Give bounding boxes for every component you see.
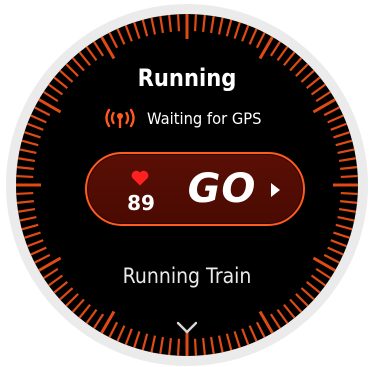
- play-arrow-icon: [271, 183, 280, 197]
- bezel-tick: [210, 15, 215, 34]
- heart-rate-value: 89: [127, 191, 155, 215]
- bezel-tick: [92, 313, 105, 330]
- bezel-tick: [108, 32, 119, 49]
- bezel-tick: [85, 308, 98, 324]
- bezel-tick: [202, 14, 206, 32]
- bezel-tick: [323, 253, 340, 264]
- bezel-tick: [16, 174, 34, 179]
- bezel-tick: [295, 293, 309, 307]
- bezel-tick: [124, 24, 133, 42]
- bezel-tick: [26, 239, 44, 248]
- bezel-tick: [241, 24, 250, 42]
- bezel-tick: [92, 40, 105, 57]
- bezel-tick: [176, 14, 181, 32]
- bezel-tick: [42, 90, 59, 103]
- bezel-tick: [330, 239, 348, 248]
- bezel-tick: [21, 139, 39, 147]
- bezel-tick: [276, 46, 289, 62]
- gps-status-text: Waiting for GPS: [146, 108, 262, 128]
- bezel-tick: [233, 331, 241, 348]
- bezel-tick: [193, 338, 198, 356]
- bezel-tick: [225, 19, 233, 37]
- bezel-tick: [340, 166, 358, 170]
- bezel-tick: [210, 336, 215, 355]
- bezel-tick: [30, 246, 47, 256]
- bezel-tick: [217, 17, 224, 35]
- bezel-tick: [16, 200, 34, 204]
- bezel-tick: [269, 313, 282, 330]
- bezel-tick: [217, 335, 224, 353]
- bezel-tick: [168, 338, 172, 356]
- bezel-tick: [283, 303, 296, 319]
- bezel-tick: [16, 191, 34, 196]
- bezel-tick: [327, 246, 344, 256]
- bezel-tick: [337, 148, 355, 155]
- workout-title: Running: [137, 64, 237, 92]
- bezel-tick: [24, 231, 41, 239]
- bezel-tick: [108, 321, 119, 338]
- bezel-tick: [248, 28, 258, 45]
- bezel-tick: [225, 333, 233, 351]
- bezel-tick: [159, 15, 164, 34]
- bezel-tick: [255, 321, 266, 338]
- chevron-down-icon[interactable]: [176, 321, 198, 335]
- bezel-tick: [255, 32, 266, 49]
- bezel-tick: [276, 308, 289, 324]
- bezel-tick: [202, 338, 206, 356]
- heart-icon: [131, 170, 149, 186]
- bezel-tick: [116, 325, 126, 342]
- bezel-tick: [168, 14, 172, 32]
- bezel-tick: [338, 208, 357, 213]
- bezel-tick: [340, 174, 358, 179]
- bezel-tick: [337, 215, 355, 222]
- bezel-tick: [340, 200, 358, 204]
- bezel-tick: [133, 331, 141, 348]
- bezel-tick: [59, 287, 74, 301]
- bezel-tick: [333, 231, 350, 239]
- bezel-tick: [71, 298, 85, 313]
- bezel-tick: [19, 215, 37, 222]
- bezel-tick: [21, 223, 39, 231]
- bezel-tick: [85, 46, 98, 62]
- bezel-tick: [248, 325, 258, 342]
- bezel-tick: [159, 336, 164, 355]
- bezel-tick: [241, 328, 250, 346]
- bezel-tick: [300, 287, 315, 301]
- bezel-tick: [65, 293, 79, 307]
- bezel-tick: [269, 40, 282, 57]
- bezel-tick: [289, 298, 303, 313]
- bezel-tick: [193, 14, 198, 32]
- bezel-tick: [333, 131, 350, 139]
- bezel-tick: [150, 17, 157, 35]
- bezel-tick: [116, 28, 126, 45]
- gps-status-row: Waiting for GPS: [16, 106, 358, 130]
- bezel-tick: [78, 303, 91, 319]
- bezel-tick: [141, 19, 149, 37]
- bezel-tick: [16, 166, 34, 170]
- bezel-tick: [19, 148, 37, 155]
- watch-bezel: Running Waiting for GPS 89 GO Running Tr…: [6, 4, 368, 366]
- bezel-tick: [150, 335, 157, 353]
- bezel-tick: [34, 253, 51, 264]
- bezel-tick: [176, 338, 181, 356]
- bezel-tick: [233, 22, 241, 39]
- bezel-tick: [17, 208, 36, 213]
- bezel-tick: [340, 191, 358, 196]
- gps-signal-icon: [105, 108, 135, 128]
- bezel-tick: [335, 223, 353, 231]
- go-button[interactable]: 89 GO: [85, 152, 305, 226]
- go-label: GO: [187, 166, 257, 212]
- bezel-tick: [133, 22, 141, 39]
- watch-face: Running Waiting for GPS 89 GO Running Tr…: [16, 14, 358, 356]
- workout-mode-button[interactable]: Running Train: [33, 264, 341, 288]
- bezel-tick: [17, 157, 36, 162]
- bezel-tick: [141, 333, 149, 351]
- bezel-tick: [124, 328, 133, 346]
- bezel-tick: [315, 90, 332, 103]
- bezel-tick: [338, 157, 357, 162]
- bezel-tick: [24, 131, 41, 139]
- bezel-tick: [335, 139, 353, 147]
